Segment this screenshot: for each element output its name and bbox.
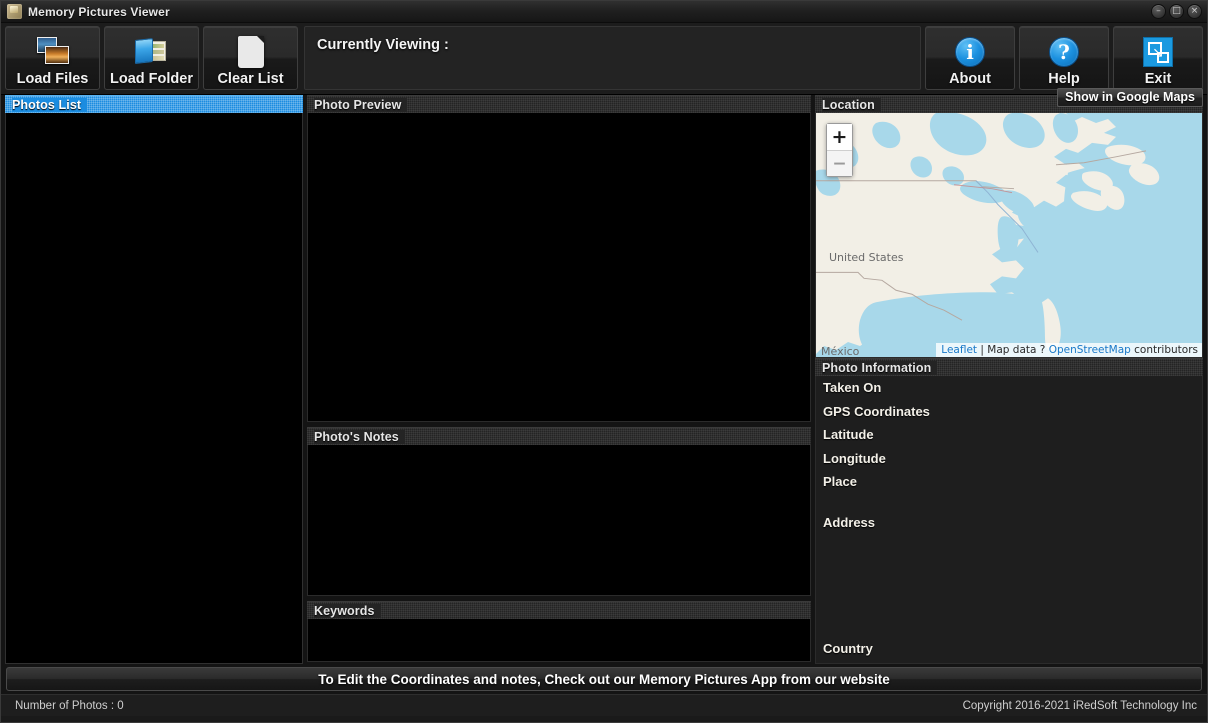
center-panel: Photo Preview Photo's Notes Keywords [307, 95, 811, 664]
minimize-icon: – [1152, 5, 1165, 18]
exit-label: Exit [1145, 71, 1172, 87]
photo-notes-header: Photo's Notes [307, 427, 811, 445]
window-bottom-edge [1, 716, 1207, 722]
right-panel: Location Show in Google Maps [815, 95, 1203, 664]
exit-arrow-icon: ↘ [1143, 35, 1173, 69]
exit-button[interactable]: ↘ Exit [1113, 26, 1203, 90]
info-label-place: Place [823, 474, 1202, 489]
map-canvas [816, 113, 1202, 357]
photo-notes-title: Photo's Notes [314, 430, 405, 444]
maximize-icon: □ [1170, 5, 1183, 18]
map-zoom-controls: + − [826, 123, 853, 177]
photo-information-title: Photo Information [822, 361, 937, 375]
maximize-button[interactable]: □ [1169, 4, 1184, 19]
show-in-google-maps-button[interactable]: Show in Google Maps [1057, 88, 1203, 107]
info-label-taken-on: Taken On [823, 380, 1202, 395]
toolbar: Load Files Load Folder Clear List Curre [1, 23, 1207, 95]
help-label: Help [1048, 71, 1079, 87]
info-glyph: i [955, 37, 985, 67]
about-label: About [949, 71, 991, 87]
title-bar: Memory Pictures Viewer – □ × [1, 1, 1207, 23]
close-button[interactable]: × [1187, 4, 1202, 19]
copyright-status: Copyright 2016-2021 iRedSoft Technology … [963, 700, 1197, 712]
info-label-latitude: Latitude [823, 427, 1202, 442]
currently-viewing-label: Currently Viewing : [317, 37, 449, 53]
load-folder-button[interactable]: Load Folder [104, 26, 199, 90]
photo-preview-title: Photo Preview [314, 98, 407, 112]
attr-contributors: contributors [1131, 344, 1198, 356]
footer-promo-text: To Edit the Coordinates and notes, Check… [318, 672, 890, 687]
photo-preview-box[interactable] [307, 113, 811, 422]
photos-list-header[interactable]: Photos List [5, 95, 303, 113]
exit-arrow-glyph: ↘ [1152, 46, 1164, 60]
map-zoom-out-button[interactable]: − [827, 150, 852, 176]
status-bar: Number of Photos : 0 Copyright 2016-2021… [1, 694, 1207, 716]
photo-information-header: Photo Information [815, 358, 1203, 376]
keywords-title: Keywords [314, 604, 381, 618]
minimize-button[interactable]: – [1151, 4, 1166, 19]
keywords-box[interactable] [307, 619, 811, 662]
blank-page-icon [238, 35, 264, 69]
question-glyph: ? [1049, 37, 1079, 67]
close-icon: × [1188, 5, 1201, 18]
main-content: Photos List Photo Preview Photo's Notes … [1, 95, 1207, 664]
load-files-label: Load Files [17, 71, 89, 87]
currently-viewing-area: Currently Viewing : [304, 26, 921, 90]
window-title: Memory Pictures Viewer [28, 5, 170, 19]
info-circle-icon: i [955, 35, 985, 69]
photos-list-panel: Photos List [5, 95, 303, 664]
info-label-address: Address [823, 515, 1202, 530]
photos-list-title: Photos List [12, 98, 87, 112]
attr-separator: | [977, 344, 987, 356]
location-map[interactable]: + − United States México Leaflet | Map d… [815, 113, 1203, 358]
window-controls: – □ × [1151, 4, 1202, 19]
clear-list-label: Clear List [217, 71, 283, 87]
photo-preview-header: Photo Preview [307, 95, 811, 113]
photo-count-status: Number of Photos : 0 [15, 700, 124, 712]
footer-promo-banner[interactable]: To Edit the Coordinates and notes, Check… [6, 667, 1202, 691]
folder-icon [134, 35, 170, 69]
attr-map-data: Map data ? [987, 344, 1045, 356]
app-window: Memory Pictures Viewer – □ × Load Files [0, 0, 1208, 723]
info-label-country: Country [823, 641, 1202, 656]
info-label-gps-coordinates: GPS Coordinates [823, 404, 1202, 419]
clear-list-button[interactable]: Clear List [203, 26, 298, 90]
keywords-header: Keywords [307, 601, 811, 619]
question-circle-icon: ? [1049, 35, 1079, 69]
photos-list-box[interactable] [5, 113, 303, 664]
photo-notes-box[interactable] [307, 445, 811, 596]
load-folder-label: Load Folder [110, 71, 193, 87]
location-header-row: Location Show in Google Maps [815, 95, 1203, 113]
photo-information-panel: Taken On GPS Coordinates Latitude Longit… [815, 376, 1203, 664]
map-zoom-in-button[interactable]: + [827, 124, 852, 150]
app-logo-icon [7, 4, 22, 19]
load-files-button[interactable]: Load Files [5, 26, 100, 90]
location-title: Location [822, 98, 881, 112]
map-attribution: Leaflet | Map data ? OpenStreetMap contr… [936, 343, 1202, 357]
openstreetmap-link[interactable]: OpenStreetMap [1049, 344, 1131, 356]
info-label-longitude: Longitude [823, 451, 1202, 466]
photo-stack-icon [35, 35, 71, 69]
leaflet-link[interactable]: Leaflet [941, 344, 977, 356]
about-button[interactable]: i About [925, 26, 1015, 90]
help-button[interactable]: ? Help [1019, 26, 1109, 90]
